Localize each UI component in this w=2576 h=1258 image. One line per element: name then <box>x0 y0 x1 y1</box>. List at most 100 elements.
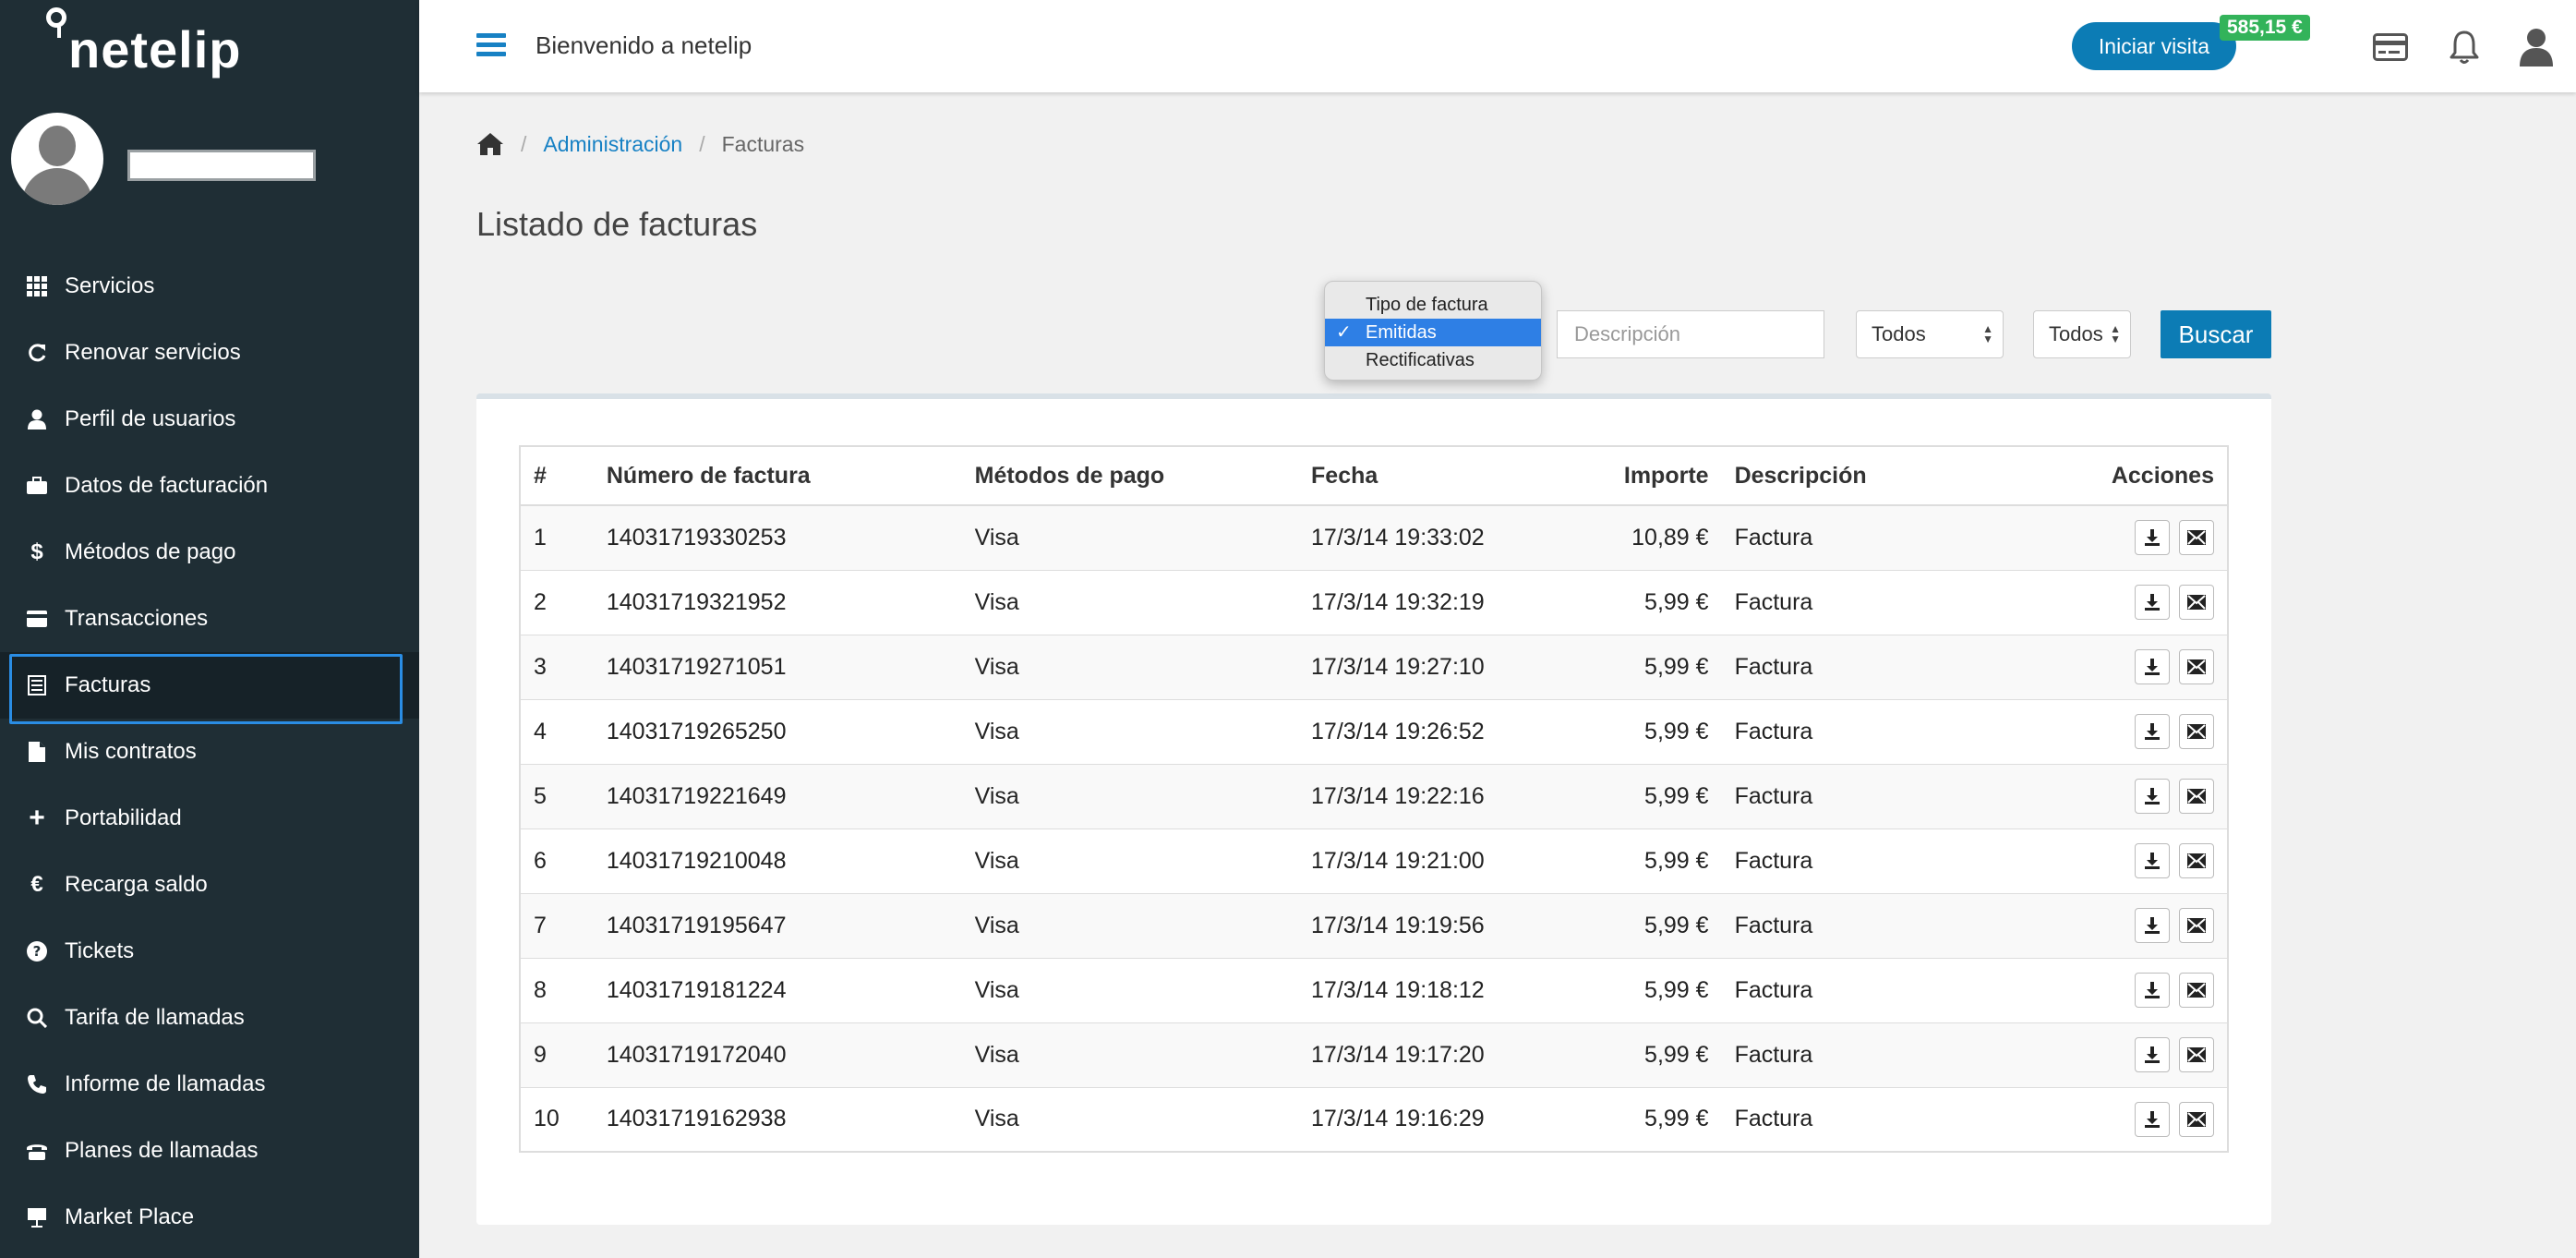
cell-col-payment-method: Visa <box>961 957 1299 1022</box>
hamburger-menu-icon[interactable] <box>476 33 506 57</box>
download-icon[interactable] <box>2135 1101 2170 1137</box>
sidebar-item-facturas[interactable]: Facturas <box>0 652 419 724</box>
email-icon[interactable] <box>2179 843 2214 878</box>
download-icon[interactable] <box>2135 1037 2170 1072</box>
invoice-type-option[interactable]: Tipo de factura <box>1325 291 1541 319</box>
sidebar-item-tickets[interactable]: ? Tickets <box>0 918 419 985</box>
breadcrumb-current: Facturas <box>721 131 805 156</box>
netelip-logo[interactable]: netelip <box>46 7 241 76</box>
balance-badge[interactable]: 585,15 € <box>2220 15 2310 41</box>
email-icon[interactable] <box>2179 779 2214 814</box>
email-icon[interactable] <box>2179 585 2214 620</box>
cell-actions <box>1952 634 2228 699</box>
user-icon <box>26 408 48 430</box>
description-input[interactable] <box>1557 310 1824 358</box>
email-icon[interactable] <box>2179 649 2214 684</box>
sidebar-item-transacciones[interactable]: Transacciones <box>0 586 419 652</box>
sidebar-item-label: Planes de llamadas <box>65 1138 259 1163</box>
sidebar-item-renovar-servicios[interactable]: Renovar servicios <box>0 320 419 386</box>
top-header: Bienvenido a netelip Iniciar visita 585,… <box>419 0 2576 92</box>
welcome-text: Bienvenido a netelip <box>536 31 752 59</box>
cell-col-amount: 10,89 € <box>1537 504 1722 570</box>
search-button[interactable]: Buscar <box>2161 310 2271 358</box>
download-icon[interactable] <box>2135 585 2170 620</box>
sidebar-item-recarga-saldo[interactable]: € Recarga saldo <box>0 852 419 918</box>
header-col-index[interactable]: # <box>520 446 594 506</box>
download-icon[interactable] <box>2135 843 2170 878</box>
sidebar-item-servicios[interactable]: Servicios <box>0 253 419 320</box>
download-icon[interactable] <box>2135 973 2170 1008</box>
header-col-description[interactable]: Descripción <box>1721 446 1953 506</box>
sidebar-item-portabilidad[interactable]: + Portabilidad <box>0 785 419 852</box>
cell-col-index: 6 <box>520 828 594 893</box>
download-icon[interactable] <box>2135 649 2170 684</box>
table-row[interactable]: 1 14031719330253 Visa 17/3/14 19:33:02 10,89… <box>520 504 2228 570</box>
email-icon[interactable] <box>2179 908 2214 943</box>
email-icon[interactable] <box>2179 714 2214 749</box>
credit-card-icon[interactable] <box>2373 33 2408 61</box>
table-row[interactable]: 4 14031719265250 Visa 17/3/14 19:26:52 5,99 … <box>520 698 2228 764</box>
cell-col-amount: 5,99 € <box>1537 569 1722 635</box>
filter-select-1[interactable]: Todos ▲ ▼ <box>1856 310 2004 358</box>
header-col-actions[interactable]: Acciones <box>1952 446 2228 506</box>
download-icon[interactable] <box>2135 908 2170 943</box>
bell-icon[interactable] <box>2449 30 2480 65</box>
sidebar-item-informe-de-llamadas[interactable]: Informe de llamadas <box>0 1051 419 1118</box>
sidebar-item-perfil-de-usuarios[interactable]: Perfil de usuarios <box>0 386 419 453</box>
header-col-amount[interactable]: Importe <box>1537 446 1722 506</box>
start-visit-button[interactable]: Iniciar visita <box>2072 22 2236 70</box>
table-row[interactable]: 5 14031719221649 Visa 17/3/14 19:22:16 5,99 … <box>520 763 2228 829</box>
cell-col-payment-method: Visa <box>961 1086 1299 1152</box>
invoice-type-option[interactable]: Rectificativas <box>1325 346 1541 374</box>
download-icon[interactable] <box>2135 520 2170 556</box>
cell-col-amount: 5,99 € <box>1537 828 1722 893</box>
cell-actions <box>1952 1022 2228 1087</box>
table-row[interactable]: 10 14031719162938 Visa 17/3/14 19:16:29 5,99… <box>520 1086 2228 1152</box>
sidebar-item-label: Tickets <box>65 938 135 963</box>
header-col-invoice-number[interactable]: Número de factura <box>593 446 962 506</box>
email-icon[interactable] <box>2179 1037 2214 1072</box>
table-row[interactable]: 9 14031719172040 Visa 17/3/14 19:17:20 5,99 … <box>520 1022 2228 1087</box>
email-icon[interactable] <box>2179 973 2214 1008</box>
cell-col-date: 17/3/14 19:33:02 <box>1298 504 1538 570</box>
cell-col-invoice-number: 14031719221649 <box>593 763 962 829</box>
user-account-icon[interactable] <box>2519 28 2554 67</box>
sidebar-item-planes-de-llamadas[interactable]: Planes de llamadas <box>0 1118 419 1184</box>
sidebar-item-metodos-de-pago[interactable]: $ Métodos de pago <box>0 519 419 586</box>
cell-col-amount: 5,99 € <box>1537 634 1722 699</box>
sidebar-item-market-place[interactable]: Market Place <box>0 1184 419 1251</box>
home-icon[interactable] <box>476 131 504 157</box>
invoice-type-dropdown[interactable]: Tipo de factura ✓ Emitidas Rectificativas <box>1324 281 1542 381</box>
sidebar-item-mis-contratos[interactable]: Mis contratos <box>0 719 419 785</box>
invoice-type-option[interactable]: ✓ Emitidas <box>1325 319 1541 346</box>
sidebar-item-datos-de-facturacion[interactable]: Datos de facturación <box>0 453 419 519</box>
cell-col-invoice-number: 14031719271051 <box>593 634 962 699</box>
cell-col-invoice-number: 14031719330253 <box>593 504 962 570</box>
cell-col-index: 3 <box>520 634 594 699</box>
table-row[interactable]: 8 14031719181224 Visa 17/3/14 19:18:12 5,99 … <box>520 957 2228 1022</box>
cell-col-payment-method: Visa <box>961 634 1299 699</box>
header-col-payment-method[interactable]: Métodos de pago <box>961 446 1299 506</box>
cell-actions <box>1952 504 2228 570</box>
sidebar-item-label: Informe de llamadas <box>65 1071 266 1096</box>
avatar[interactable] <box>11 113 103 205</box>
download-icon[interactable] <box>2135 714 2170 749</box>
cell-col-index: 1 <box>520 504 594 570</box>
cell-col-payment-method: Visa <box>961 1022 1299 1087</box>
table-row[interactable]: 7 14031719195647 Visa 17/3/14 19:19:56 5,99 … <box>520 892 2228 958</box>
email-icon[interactable] <box>2179 1101 2214 1137</box>
breadcrumb: / Administración / Facturas <box>476 131 804 157</box>
header-col-date[interactable]: Fecha <box>1298 446 1538 506</box>
dollar-icon: $ <box>30 539 43 564</box>
breadcrumb-link-administracion[interactable]: Administración <box>543 132 682 157</box>
table-row[interactable]: 3 14031719271051 Visa 17/3/14 19:27:10 5,99 … <box>520 634 2228 699</box>
email-icon[interactable] <box>2179 520 2214 556</box>
cell-col-payment-method: Visa <box>961 892 1299 958</box>
refresh-icon <box>26 342 48 364</box>
download-icon[interactable] <box>2135 779 2170 814</box>
table-row[interactable]: 6 14031719210048 Visa 17/3/14 19:21:00 5,99 … <box>520 828 2228 893</box>
filter-select-2[interactable]: Todos ▲ ▼ <box>2033 310 2131 358</box>
table-row[interactable]: 2 14031719321952 Visa 17/3/14 19:32:19 5,99 … <box>520 569 2228 635</box>
sidebar-item-tarifa-de-llamadas[interactable]: Tarifa de llamadas <box>0 985 419 1051</box>
cell-col-date: 17/3/14 19:19:56 <box>1298 892 1538 958</box>
